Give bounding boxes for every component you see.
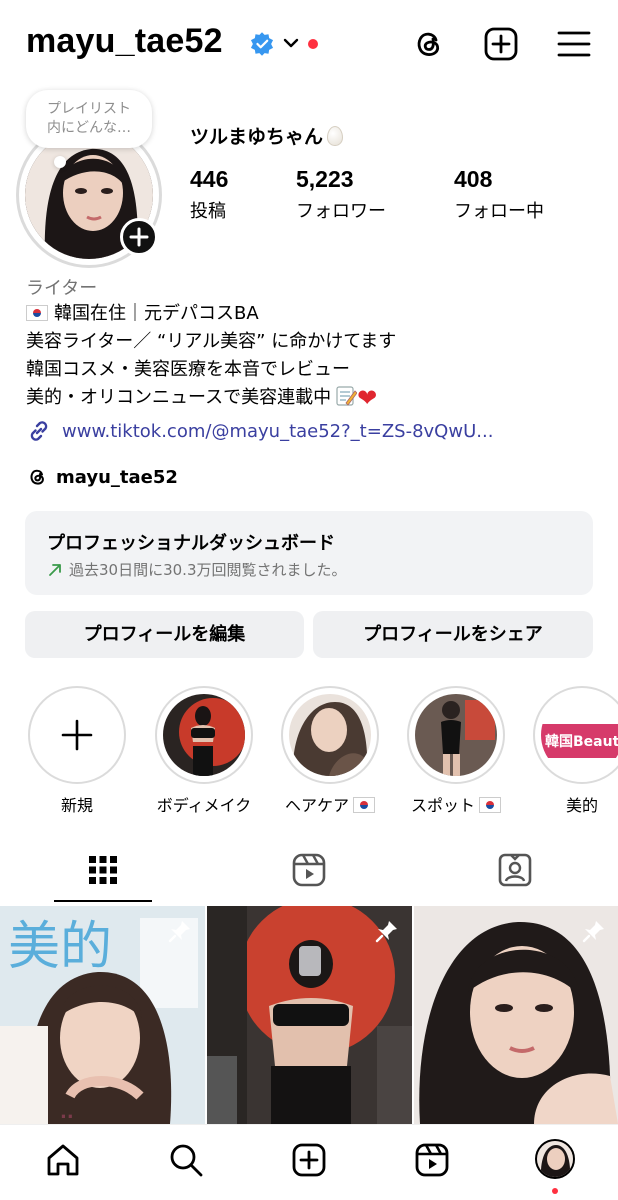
trending-up-icon [49,563,61,576]
bio-text: 美的・オリコンニュースで美容連載中 [26,387,332,408]
home-icon[interactable] [44,1141,82,1179]
stat-label: フォロワー [296,201,386,222]
share-profile-button[interactable]: プロフィールをシェア [313,611,593,658]
notification-dot [552,1188,558,1194]
highlight-spot[interactable]: スポット [406,686,506,816]
tagged-tab-icon[interactable] [495,850,535,890]
bio-line-2: 美容ライター／ “リアル美容” に命かけてます [26,331,397,352]
plus-icon [129,227,149,247]
create-post-icon[interactable] [483,26,519,62]
bio-line-3: 韓国コスメ・美容医療を本音でレビュー [26,359,350,380]
link-icon [30,421,48,441]
posts-count[interactable]: 446 投稿 [190,166,228,223]
stat-number: 408 [454,166,493,192]
active-tab-indicator [54,900,152,902]
menu-icon[interactable] [556,26,592,62]
stat-number: 446 [190,166,229,192]
note-text-line1: プレイリスト [47,101,131,117]
grid-post[interactable] [414,906,618,1124]
notification-dot [308,39,318,49]
highlight-label-text: スポット [410,796,475,815]
highlight-label: ボディメイク [156,796,252,815]
grid-post[interactable]: 美的 .. [0,906,205,1124]
highlight-label: 新規 [60,796,93,815]
profile-category: ライター [26,278,98,299]
bio-text: 韓国在住｜元デパコスBA [54,303,259,324]
search-icon[interactable] [167,1141,205,1179]
edit-profile-button[interactable]: プロフィールを編集 [25,611,304,658]
top-bar: mayu_tae52 [0,0,618,90]
highlight-bodymake[interactable]: ボディメイク [154,686,254,816]
note-bubble-tail [54,156,66,168]
highlight-ring [28,686,126,784]
highlight-label: ヘアケア [280,792,380,816]
highlight-ring [407,686,505,784]
note-text-line2: 内にどんな… [47,120,131,136]
stat-number: 5,223 [296,166,354,192]
threads-username: mayu_tae52 [56,466,178,488]
highlight-cover [163,694,245,776]
highlight-ring [281,686,379,784]
korea-flag-icon [26,305,48,321]
bio-link[interactable]: www.tiktok.com/@mayu_tae52?_t=ZS-8vQwU..… [26,418,493,444]
threads-link[interactable]: mayu_tae52 [26,466,178,488]
professional-dashboard[interactable]: プロフェッショナルダッシュボード 過去30日間に30.3万回閲覧されました。 [25,511,593,595]
highlight-ring: 韓国Beauty Ta [533,686,618,784]
svg-text:..: .. [60,1102,74,1123]
highlight-label: スポット [406,792,506,816]
display-name: ツルまゆちゃん [190,122,344,149]
egg-emoji-icon [327,126,344,146]
highlight-haircare[interactable]: ヘアケア [280,686,380,816]
reels-icon[interactable] [413,1141,451,1179]
followers-count[interactable]: 5,223 フォロワー [296,166,386,223]
threads-icon[interactable] [410,26,446,62]
display-name-text: ツルまゆちゃん [190,126,324,148]
highlight-new[interactable]: 新規 [27,686,127,816]
stat-label: 投稿 [190,201,226,222]
threads-icon [30,469,44,485]
pinned-icon [168,921,190,943]
following-count[interactable]: 408 フォロー中 [454,166,544,223]
highlight-biteki[interactable]: 韓国Beauty Ta 美的 [532,686,618,816]
highlight-cover-text: 韓国Beauty Ta [545,733,618,750]
memo-emoji-icon [336,386,358,406]
profile-username[interactable]: mayu_tae52 [26,22,223,61]
dashboard-subtitle-text: 過去30日間に30.3万回閲覧されました。 [69,561,347,579]
dashboard-title: プロフェッショナルダッシュボード [47,533,335,554]
highlight-cover: 韓国Beauty Ta [541,694,618,776]
highlight-cover [289,694,371,776]
bottom-navigation [0,1124,618,1200]
pinned-icon [582,921,604,943]
profile-nav-avatar[interactable] [535,1139,575,1179]
bio-line-1: 韓国在住｜元デパコスBA [26,300,259,328]
bio-line-4: 美的・オリコンニュースで美容連載中 ❤ [26,384,377,412]
add-story-button[interactable] [120,218,158,256]
reels-tab-icon[interactable] [289,850,329,890]
verified-badge-icon [250,32,274,56]
chevron-down-icon[interactable] [282,35,300,51]
grid-post[interactable] [207,906,412,1124]
korea-flag-icon [479,797,501,813]
grid-tab-icon[interactable] [83,850,123,890]
dashboard-subtitle: 過去30日間に30.3万回閲覧されました。 [47,559,347,580]
highlight-ring [155,686,253,784]
korea-flag-icon [353,797,375,813]
pinned-icon [375,921,397,943]
stat-label: フォロー中 [454,201,544,222]
note-bubble[interactable]: プレイリスト 内にどんな… [26,90,152,148]
highlight-label-text: ヘアケア [284,796,349,815]
post-masthead: 美的 [8,917,112,977]
heart-emoji-icon: ❤ [357,384,378,412]
highlight-cover [415,694,497,776]
plus-icon [61,719,93,751]
bio-link-text: www.tiktok.com/@mayu_tae52?_t=ZS-8vQwU..… [62,420,494,442]
highlight-label: 美的 [565,796,598,815]
create-icon[interactable] [290,1141,328,1179]
